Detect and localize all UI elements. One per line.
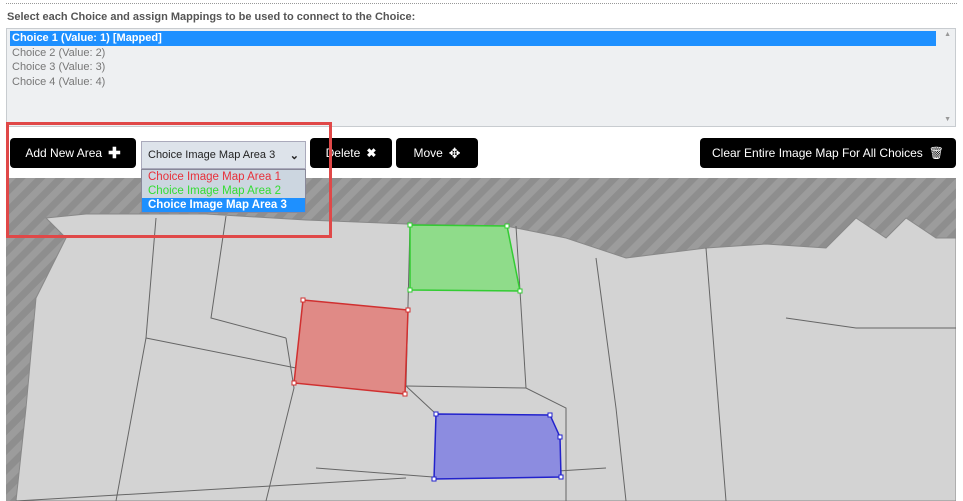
vertex-handle[interactable] <box>517 288 523 294</box>
move-button[interactable]: Move ✥ <box>396 138 478 168</box>
vertex-handle[interactable] <box>405 307 411 313</box>
vertex-handle[interactable] <box>291 380 297 386</box>
area-option[interactable]: Choice Image Map Area 1 <box>142 170 305 184</box>
x-icon: ✖ <box>366 146 377 160</box>
choice-option[interactable]: Choice 4 (Value: 4) <box>10 75 936 90</box>
vertex-handle[interactable] <box>431 476 437 482</box>
map-area-2[interactable] <box>409 224 521 292</box>
delete-button[interactable]: Delete ✖ <box>310 138 392 168</box>
area-option[interactable]: Choice Image Map Area 3 <box>142 198 305 212</box>
move-arrows-icon: ✥ <box>448 144 461 161</box>
vertex-handle[interactable] <box>407 287 413 293</box>
vertex-handle[interactable] <box>504 223 510 229</box>
choice-option[interactable]: Choice 1 (Value: 1) [Mapped] <box>10 31 936 46</box>
trash-icon: 🗑 <box>928 146 944 160</box>
plus-icon: ✚ <box>108 145 121 162</box>
delete-label: Delete <box>325 146 361 160</box>
area-option[interactable]: Choice Image Map Area 2 <box>142 184 305 198</box>
add-new-area-button[interactable]: Add New Area ✚ <box>10 138 136 168</box>
clear-label: Clear Entire Image Map For All Choices <box>712 146 923 160</box>
divider <box>6 3 957 4</box>
move-label: Move <box>413 146 443 160</box>
vertex-handle[interactable] <box>433 411 439 417</box>
choice-listbox[interactable]: Choice 1 (Value: 1) [Mapped] Choice 2 (V… <box>6 28 956 127</box>
scroll-up-icon[interactable]: ▲ <box>944 31 951 38</box>
area-dropdown[interactable]: Choice Image Map Area 1 Choice Image Map… <box>141 169 306 213</box>
chevron-down-icon: ⌄ <box>289 149 299 162</box>
choice-option[interactable]: Choice 2 (Value: 2) <box>10 46 936 61</box>
image-map-canvas[interactable] <box>6 178 956 501</box>
choice-option[interactable]: Choice 3 (Value: 3) <box>10 60 936 75</box>
instruction-label: Select each Choice and assign Mappings t… <box>7 11 416 23</box>
vertex-handle[interactable] <box>558 474 564 480</box>
area-select[interactable]: Choice Image Map Area 3 ⌄ <box>141 141 306 169</box>
add-label: Add New Area <box>25 146 103 160</box>
map-area-3[interactable] <box>433 413 562 480</box>
vertex-handle[interactable] <box>300 297 306 303</box>
area-select-value: Choice Image Map Area 3 <box>148 149 276 161</box>
scroll-down-icon[interactable]: ▼ <box>944 116 951 123</box>
map-area-1[interactable] <box>293 299 409 395</box>
vertex-handle[interactable] <box>402 391 408 397</box>
vertex-handle[interactable] <box>547 412 553 418</box>
clear-image-map-button[interactable]: Clear Entire Image Map For All Choices 🗑 <box>700 138 956 168</box>
vertex-handle[interactable] <box>557 434 563 440</box>
vertex-handle[interactable] <box>407 222 413 228</box>
